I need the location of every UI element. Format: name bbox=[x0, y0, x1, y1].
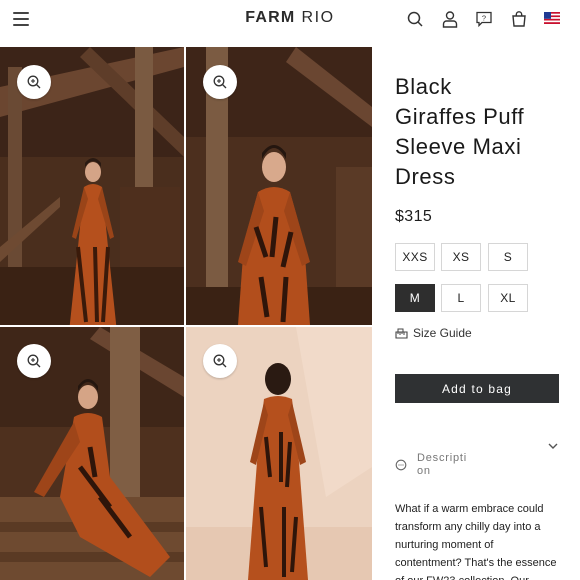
bag-icon[interactable] bbox=[510, 10, 528, 28]
description-label: Description bbox=[417, 452, 467, 477]
product-gallery bbox=[0, 47, 372, 580]
zoom-icon[interactable] bbox=[203, 65, 237, 99]
product-image-3[interactable] bbox=[0, 327, 184, 580]
size-option-s[interactable]: S bbox=[488, 243, 528, 271]
ruler-icon bbox=[395, 328, 408, 339]
title-line: Giraffes Puff bbox=[395, 104, 525, 129]
product-price: $315 bbox=[395, 208, 433, 225]
chat-icon bbox=[395, 459, 407, 471]
product-image-2[interactable] bbox=[186, 47, 372, 325]
size-option-xl[interactable]: XL bbox=[488, 284, 528, 312]
description-toggle[interactable]: Description bbox=[395, 452, 467, 478]
product-image-4[interactable] bbox=[186, 327, 372, 580]
size-guide-label: Size Guide bbox=[413, 326, 472, 340]
search-icon[interactable] bbox=[406, 10, 424, 28]
chevron-down-icon[interactable] bbox=[547, 441, 559, 451]
help-icon[interactable]: ? bbox=[475, 10, 493, 28]
description-text: What if a warm embrace could transform a… bbox=[395, 503, 557, 580]
brand-logo[interactable]: FARM RIO bbox=[0, 9, 580, 27]
zoom-icon[interactable] bbox=[17, 344, 51, 378]
size-option-xs[interactable]: XS bbox=[441, 243, 481, 271]
size-option-m[interactable]: M bbox=[395, 284, 435, 312]
zoom-icon[interactable] bbox=[203, 344, 237, 378]
account-icon[interactable] bbox=[441, 10, 459, 28]
title-line: Dress bbox=[395, 164, 456, 189]
site-header: FARM RIO ? bbox=[0, 0, 580, 44]
zoom-icon[interactable] bbox=[17, 65, 51, 99]
product-title: Black Giraffes Puff Sleeve Maxi Dress bbox=[395, 72, 570, 192]
us-flag-icon[interactable] bbox=[544, 12, 560, 24]
size-option-xxs[interactable]: XXS bbox=[395, 243, 435, 271]
size-guide-link[interactable]: Size Guide bbox=[395, 326, 472, 340]
product-image-1[interactable] bbox=[0, 47, 184, 325]
size-option-l[interactable]: L bbox=[441, 284, 481, 312]
title-line: Black bbox=[395, 74, 452, 99]
title-line: Sleeve Maxi bbox=[395, 134, 522, 159]
product-info: Black Giraffes Puff Sleeve Maxi Dress bbox=[395, 72, 570, 192]
svg-text:?: ? bbox=[482, 14, 486, 23]
add-to-bag-button[interactable]: Add to bag bbox=[395, 374, 559, 403]
